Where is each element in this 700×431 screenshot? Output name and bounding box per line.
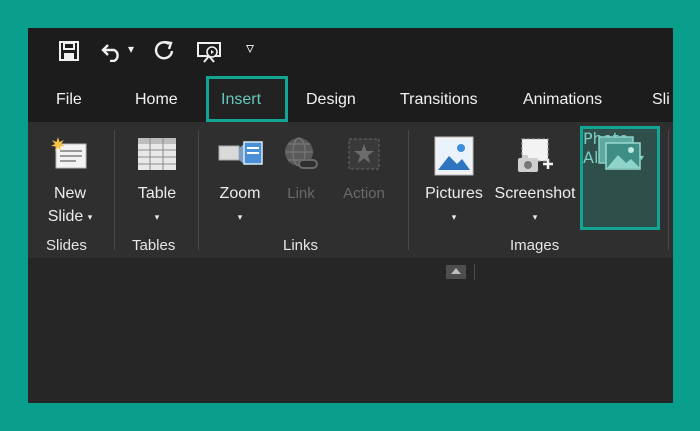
ribbon-tabs: File Home Insert Design Transitions Anim… bbox=[28, 76, 673, 122]
tab-home[interactable]: Home bbox=[135, 83, 178, 117]
zoom-icon bbox=[218, 138, 264, 177]
new-slide-label-line1: New bbox=[53, 185, 86, 202]
group-label-images: Images bbox=[510, 237, 560, 254]
group-label-tables: Tables bbox=[132, 237, 176, 254]
link-icon bbox=[282, 136, 320, 177]
redo-icon[interactable] bbox=[154, 40, 176, 66]
table-button[interactable]: Table ▾ bbox=[124, 130, 190, 230]
undo-icon[interactable] bbox=[100, 40, 124, 66]
tab-transitions[interactable]: Transitions bbox=[400, 83, 478, 117]
photo-album-icon bbox=[598, 133, 642, 177]
tab-file[interactable]: File bbox=[56, 83, 82, 117]
customize-toolbar-icon[interactable]: ▿ bbox=[246, 38, 254, 57]
tab-insert[interactable]: Insert bbox=[206, 76, 288, 122]
undo-dropdown-caret-icon[interactable]: ▾ bbox=[128, 42, 134, 56]
divider bbox=[474, 264, 475, 280]
group-separator bbox=[198, 130, 199, 250]
tab-design[interactable]: Design bbox=[306, 83, 356, 117]
link-button[interactable]: Link bbox=[276, 130, 326, 230]
app-window: ▾ ▿ File Home Insert Design Transitions … bbox=[28, 28, 673, 403]
new-slide-dropdown-icon: ▾ bbox=[87, 212, 93, 222]
photo-album-button[interactable]: Photo Album ▾ bbox=[580, 126, 660, 230]
new-slide-button[interactable]: New Slide ▾ bbox=[38, 130, 102, 230]
pictures-icon bbox=[434, 136, 474, 181]
start-from-beginning-icon[interactable] bbox=[196, 40, 224, 68]
collapse-ribbon-button[interactable] bbox=[446, 265, 466, 279]
action-icon bbox=[346, 136, 382, 177]
tab-animations[interactable]: Animations bbox=[523, 83, 602, 117]
zoom-button[interactable]: Zoom ▾ bbox=[208, 130, 272, 230]
zoom-label: Zoom bbox=[219, 185, 261, 202]
screenshot-label: Screenshot bbox=[494, 185, 576, 202]
table-label: Table bbox=[137, 185, 177, 202]
new-slide-icon bbox=[50, 136, 90, 177]
group-label-links: Links bbox=[283, 237, 319, 254]
group-label-slides: Slides bbox=[46, 237, 87, 254]
quick-access-toolbar: ▾ ▿ bbox=[28, 28, 673, 76]
new-slide-label-line2: Slide bbox=[47, 208, 84, 226]
pictures-label: Pictures bbox=[425, 185, 483, 202]
action-label: Action bbox=[343, 185, 385, 202]
table-icon bbox=[137, 136, 177, 177]
save-icon[interactable] bbox=[58, 40, 80, 66]
table-dropdown-icon: ▾ bbox=[154, 212, 160, 222]
group-separator bbox=[668, 130, 669, 250]
zoom-dropdown-icon: ▾ bbox=[237, 212, 243, 222]
screenshot-button[interactable]: Screenshot ▾ bbox=[490, 130, 580, 230]
action-button[interactable]: Action bbox=[334, 130, 394, 230]
pictures-button[interactable]: Pictures ▾ bbox=[420, 130, 488, 230]
screenshot-icon bbox=[516, 136, 556, 181]
pictures-dropdown-icon: ▾ bbox=[451, 212, 457, 222]
ribbon-insert: New Slide ▾ Slides Table ▾ Tables Zoom ▾ bbox=[28, 122, 673, 258]
group-separator bbox=[114, 130, 115, 250]
group-separator bbox=[408, 130, 409, 250]
link-label: Link bbox=[287, 185, 315, 202]
screenshot-dropdown-icon: ▾ bbox=[532, 212, 538, 222]
tab-slide-show-partial[interactable]: Sli bbox=[652, 83, 670, 117]
